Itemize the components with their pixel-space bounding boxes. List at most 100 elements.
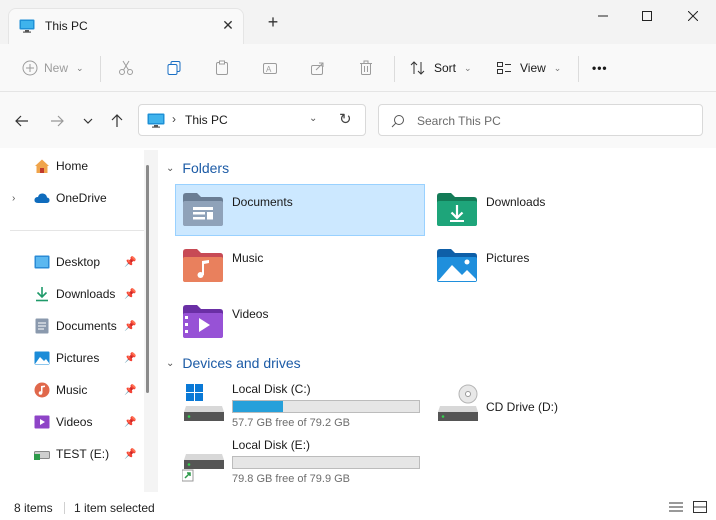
- cut-button[interactable]: [118, 44, 134, 92]
- up-button[interactable]: [106, 110, 128, 132]
- scissors-icon: [119, 60, 133, 75]
- view-button[interactable]: View ⌄: [496, 44, 561, 92]
- tab-this-pc[interactable]: This PC ✕: [8, 8, 244, 44]
- recent-locations-button[interactable]: [77, 110, 99, 132]
- pin-icon[interactable]: 📌: [124, 257, 136, 268]
- copy-button[interactable]: [166, 44, 182, 92]
- pin-icon[interactable]: 📌: [124, 417, 136, 428]
- chevron-right-icon[interactable]: ›: [12, 193, 15, 204]
- arrow-up-icon: [111, 114, 123, 127]
- share-button[interactable]: [310, 44, 326, 92]
- sidebar-item-music[interactable]: Music 📌: [0, 376, 148, 404]
- command-bar: New ⌄ A Sort ⌄ View ⌄ •••: [0, 44, 716, 92]
- sidebar-item-label: Music: [56, 383, 88, 397]
- drive-usage-bar: [232, 456, 420, 469]
- plus-circle-icon: [22, 60, 38, 76]
- sidebar-item-label: OneDrive: [56, 191, 107, 205]
- close-window-button[interactable]: [668, 0, 716, 32]
- forward-button[interactable]: [46, 110, 68, 132]
- address-dropdown-icon[interactable]: ⌄: [309, 113, 317, 124]
- folder-name: Documents: [232, 195, 293, 209]
- sidebar-item-label: Videos: [56, 415, 93, 429]
- delete-button[interactable]: [358, 44, 374, 92]
- sidebar-item-home[interactable]: Home: [0, 152, 148, 180]
- minimize-button[interactable]: [578, 0, 628, 32]
- folder-documents[interactable]: Documents: [175, 184, 425, 236]
- maximize-icon: [642, 11, 652, 21]
- drive-name: Local Disk (E:): [232, 438, 311, 452]
- drive-free-space: 79.8 GB free of 79.9 GB: [232, 473, 351, 485]
- pin-icon[interactable]: 📌: [124, 449, 136, 460]
- chevron-down-icon: ⌄: [76, 62, 84, 73]
- drive-d[interactable]: CD Drive (D:): [430, 380, 680, 436]
- pin-icon[interactable]: 📌: [124, 289, 136, 300]
- sidebar-item-documents[interactable]: Documents 📌: [0, 312, 148, 340]
- sidebar-item-desktop[interactable]: Desktop 📌: [0, 248, 148, 276]
- new-label: New: [44, 61, 69, 75]
- music-folder-icon: [183, 249, 223, 282]
- folder-pictures[interactable]: Pictures: [429, 240, 679, 292]
- drive-c[interactable]: Local Disk (C:) 57.7 GB free of 79.2 GB: [176, 380, 426, 436]
- new-tab-button[interactable]: +: [262, 12, 284, 34]
- chevron-down-icon: [83, 118, 93, 124]
- sidebar-item-pictures[interactable]: Pictures 📌: [0, 344, 148, 372]
- sort-label: Sort: [434, 61, 457, 75]
- this-pc-icon: [147, 113, 165, 128]
- folder-videos[interactable]: Videos: [175, 296, 425, 348]
- rename-button[interactable]: A: [262, 44, 278, 92]
- address-bar[interactable]: › This PC ⌄ ↻: [138, 104, 366, 136]
- folder-name: Pictures: [486, 251, 530, 265]
- close-tab-icon[interactable]: ✕: [219, 16, 237, 34]
- search-icon: [391, 115, 404, 128]
- back-button[interactable]: [11, 110, 33, 132]
- drive-e[interactable]: Local Disk (E:) 79.8 GB free of 79.9 GB: [176, 436, 426, 492]
- breadcrumb-this-pc[interactable]: This PC: [185, 113, 228, 127]
- sidebar-item-label: Downloads: [56, 287, 116, 301]
- drive-name: CD Drive (D:): [486, 400, 558, 414]
- windows-drive-icon: [184, 384, 224, 421]
- maximize-button[interactable]: [622, 0, 672, 32]
- sidebar-item-downloads[interactable]: Downloads 📌: [0, 280, 148, 308]
- paste-button[interactable]: [214, 44, 230, 92]
- new-button[interactable]: New ⌄: [22, 44, 84, 92]
- pin-icon[interactable]: 📌: [124, 385, 136, 396]
- search-input[interactable]: [417, 111, 687, 131]
- downloads-folder-icon: [437, 193, 477, 226]
- chevron-down-icon: ⌄: [166, 162, 175, 174]
- drive-free-space: 57.7 GB free of 79.2 GB: [232, 417, 351, 429]
- drives-group-header[interactable]: ⌄ Devices and drives: [166, 355, 301, 371]
- search-box[interactable]: [378, 104, 703, 136]
- details-view-icon[interactable]: [668, 500, 684, 514]
- more-options-button[interactable]: •••: [592, 44, 608, 92]
- navigation-bar: › This PC ⌄ ↻: [0, 92, 716, 148]
- tiles-view-icon[interactable]: [692, 500, 708, 514]
- this-pc-icon: [19, 19, 35, 33]
- arrow-left-icon: [15, 115, 28, 127]
- sidebar-divider: [10, 230, 145, 231]
- folder-downloads[interactable]: Downloads: [429, 184, 679, 236]
- home-icon: [34, 158, 50, 174]
- refresh-icon[interactable]: ↻: [339, 110, 352, 128]
- sort-button[interactable]: Sort ⌄: [410, 44, 472, 92]
- toolbar-divider: [578, 56, 579, 82]
- sidebar-item-test-drive[interactable]: TEST (E:) 📌: [0, 440, 148, 468]
- sidebar-item-videos[interactable]: Videos 📌: [0, 408, 148, 436]
- group-title: Folders: [182, 160, 230, 176]
- sidebar-item-onedrive[interactable]: › OneDrive: [0, 184, 148, 212]
- drive-icon: [34, 446, 50, 462]
- view-icon: [497, 62, 511, 74]
- pin-icon[interactable]: 📌: [124, 321, 136, 332]
- download-icon: [34, 286, 50, 302]
- breadcrumb-separator-icon: ›: [172, 112, 176, 126]
- sidebar-scroll-thumb[interactable]: [146, 165, 149, 393]
- toolbar-divider: [394, 56, 395, 82]
- drive-name: Local Disk (C:): [232, 382, 311, 396]
- sidebar-item-label: TEST (E:): [56, 447, 110, 461]
- folder-music[interactable]: Music: [175, 240, 425, 292]
- pictures-folder-icon: [437, 249, 477, 282]
- close-icon: [688, 11, 698, 21]
- folders-group-header[interactable]: ⌄ Folders: [166, 160, 229, 176]
- pin-icon[interactable]: 📌: [124, 353, 136, 364]
- folder-name: Videos: [232, 307, 269, 321]
- content-pane: ⌄ Folders Documents Downloads Music Pict…: [160, 148, 716, 494]
